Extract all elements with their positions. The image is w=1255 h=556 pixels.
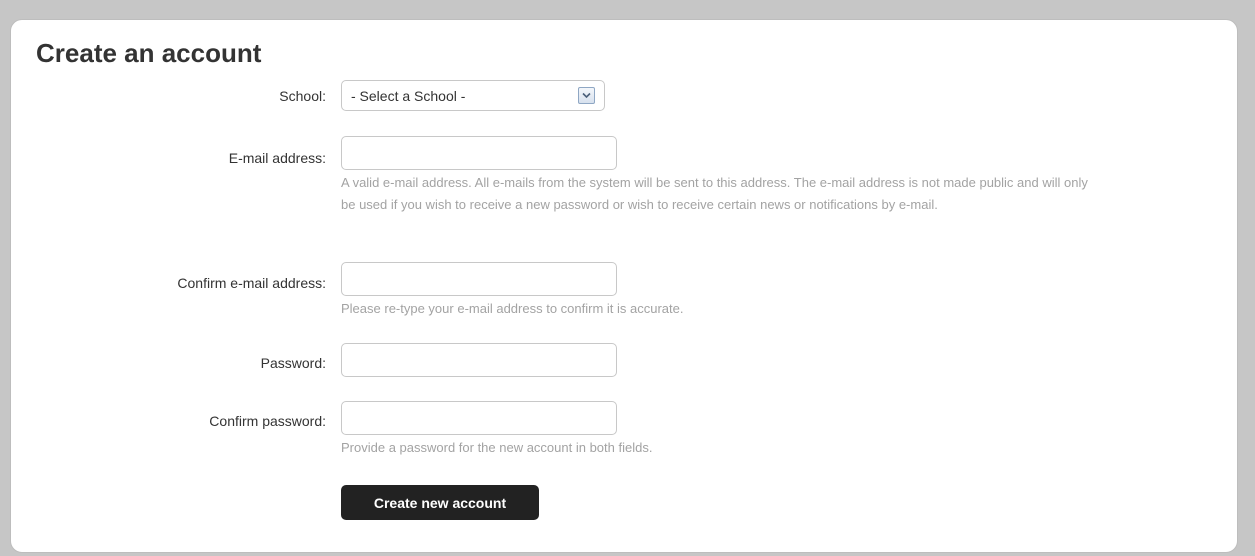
email-label: E-mail address: <box>228 150 326 166</box>
confirm-email-label: Confirm e-mail address: <box>177 275 326 291</box>
create-account-panel: Create an account School: - Select a Sch… <box>10 19 1238 553</box>
password-field[interactable] <box>341 343 617 377</box>
confirm-password-help-text: Provide a password for the new account i… <box>341 440 653 455</box>
page-title: Create an account <box>36 38 262 68</box>
confirm-email-help-text: Please re-type your e-mail address to co… <box>341 301 684 316</box>
school-label: School: <box>279 88 326 104</box>
school-select-value: - Select a School - <box>351 88 466 104</box>
email-help-text: A valid e-mail address. All e-mails from… <box>341 175 1088 212</box>
email-field[interactable] <box>341 136 617 170</box>
password-label: Password: <box>260 355 326 371</box>
school-select[interactable]: - Select a School - <box>341 80 605 111</box>
create-new-account-button[interactable]: Create new account <box>341 485 539 520</box>
confirm-password-label: Confirm password: <box>209 413 326 429</box>
chevron-down-icon[interactable] <box>578 87 595 104</box>
confirm-password-field[interactable] <box>341 401 617 435</box>
confirm-email-field[interactable] <box>341 262 617 296</box>
